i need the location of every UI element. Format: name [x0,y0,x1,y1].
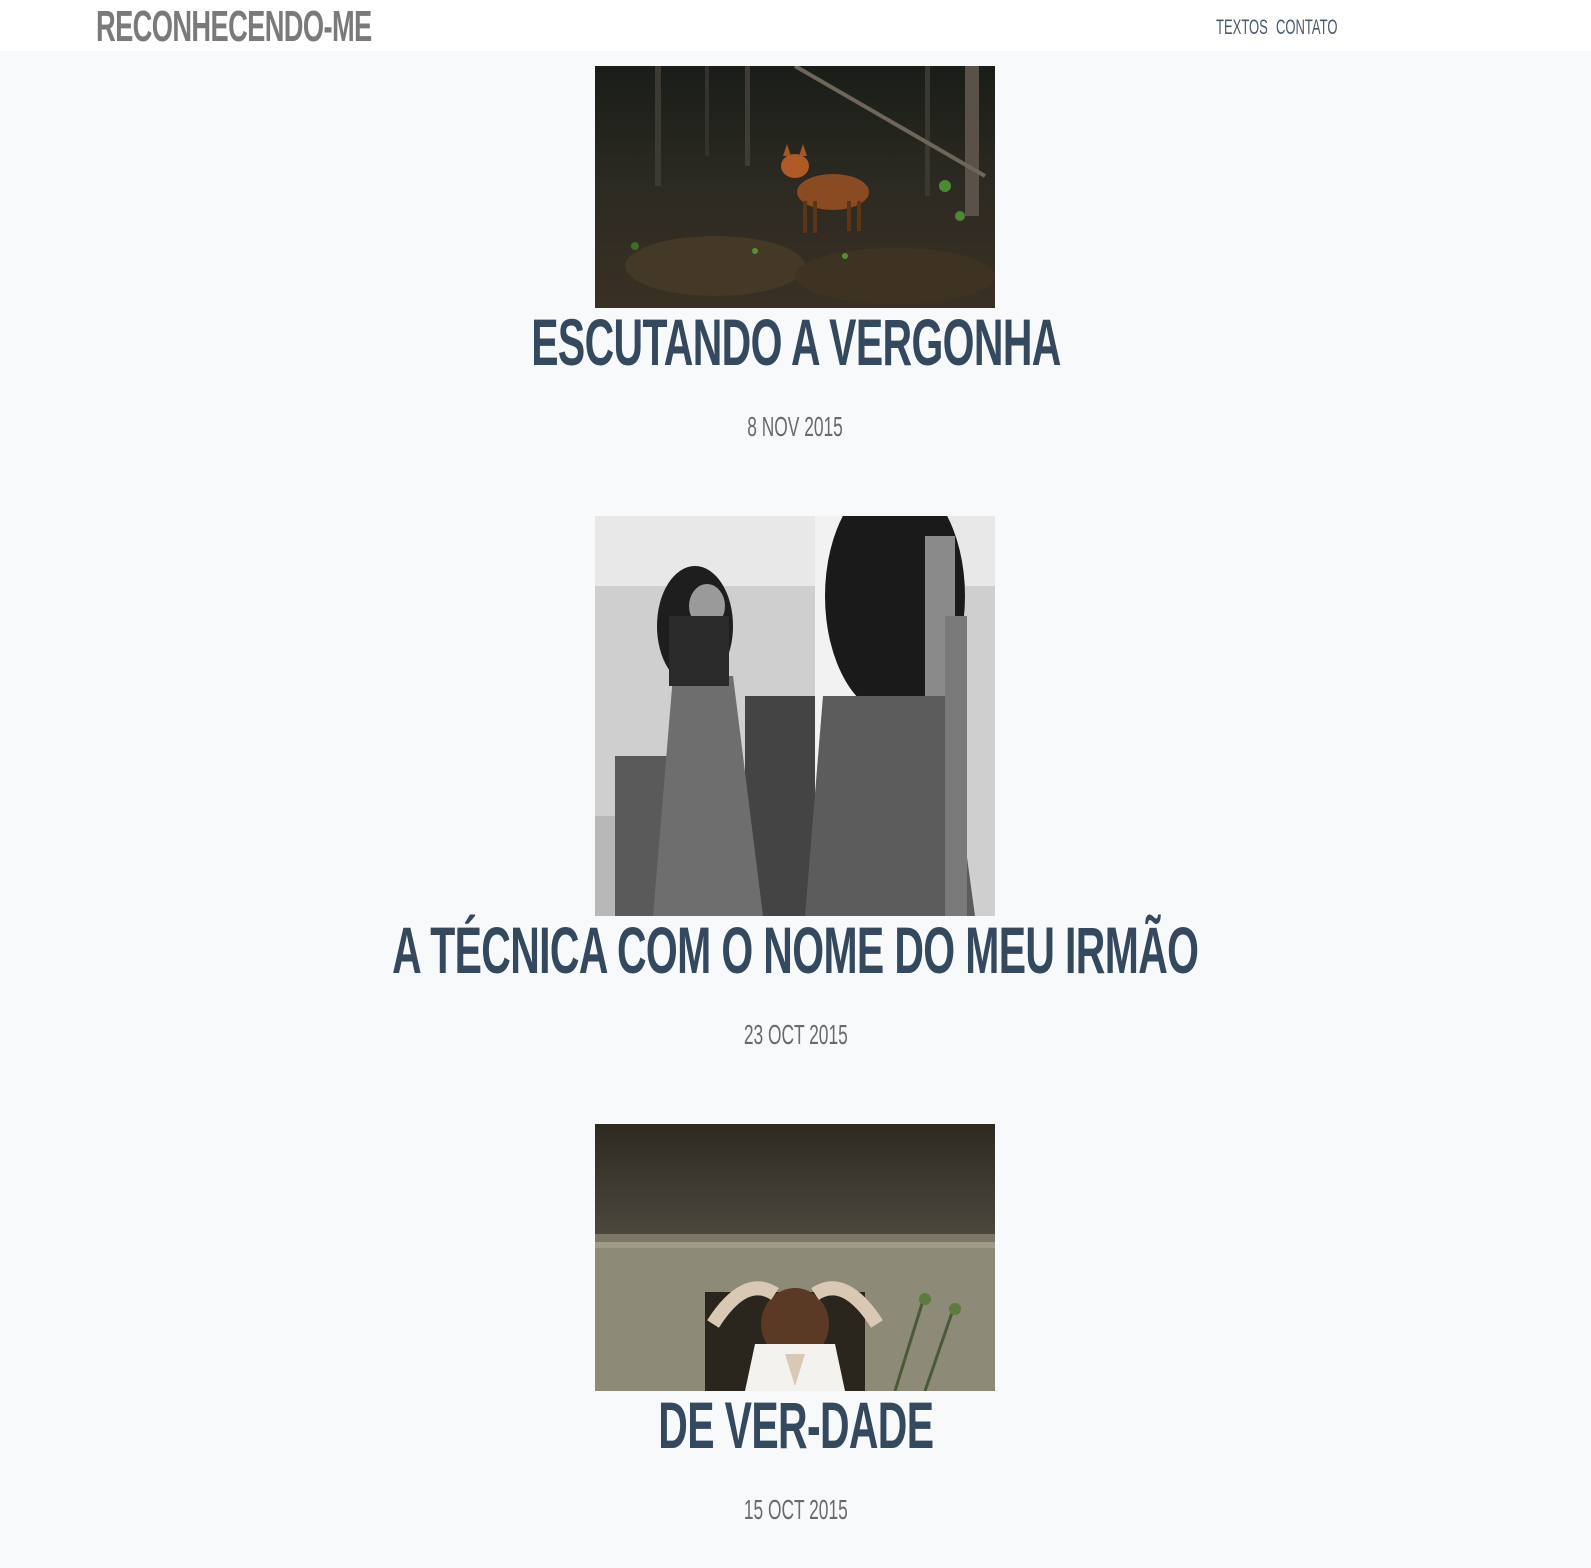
post-date: 23 OCT 2015 [0,1020,1591,1050]
woman-crown-photo[interactable] [595,1124,995,1391]
post-title[interactable]: A TÉCNICA COM O NOME DO MEU IRMÃO [0,915,1591,985]
post-date: 15 OCT 2015 [0,1495,1591,1525]
post-title[interactable]: DE VER-DADE [0,1390,1591,1460]
post-date-text: 23 OCT 2015 [743,1019,848,1050]
site-title[interactable]: RECONHECENDO-ME [96,4,372,50]
post-title-text: ESCUTANDO A VERGONHA [530,305,1061,379]
post-date-text: 8 NOV 2015 [747,411,844,442]
post-date-text: 15 OCT 2015 [743,1494,848,1525]
site-header: RECONHECENDO-ME TEXTOS CONTATO [0,0,1591,51]
fox-in-forest-photo[interactable] [595,66,995,308]
post-date: 8 NOV 2015 [0,412,1591,442]
post-title[interactable]: ESCUTANDO A VERGONHA [0,307,1591,377]
nav-link-textos[interactable]: TEXTOS [1216,16,1268,40]
woman-mirror-photo[interactable] [595,516,995,916]
nav-link-contato[interactable]: CONTATO [1276,16,1337,40]
post-title-text: DE VER-DADE [657,1388,934,1462]
post-title-text: A TÉCNICA COM O NOME DO MEU IRMÃO [392,913,1199,987]
